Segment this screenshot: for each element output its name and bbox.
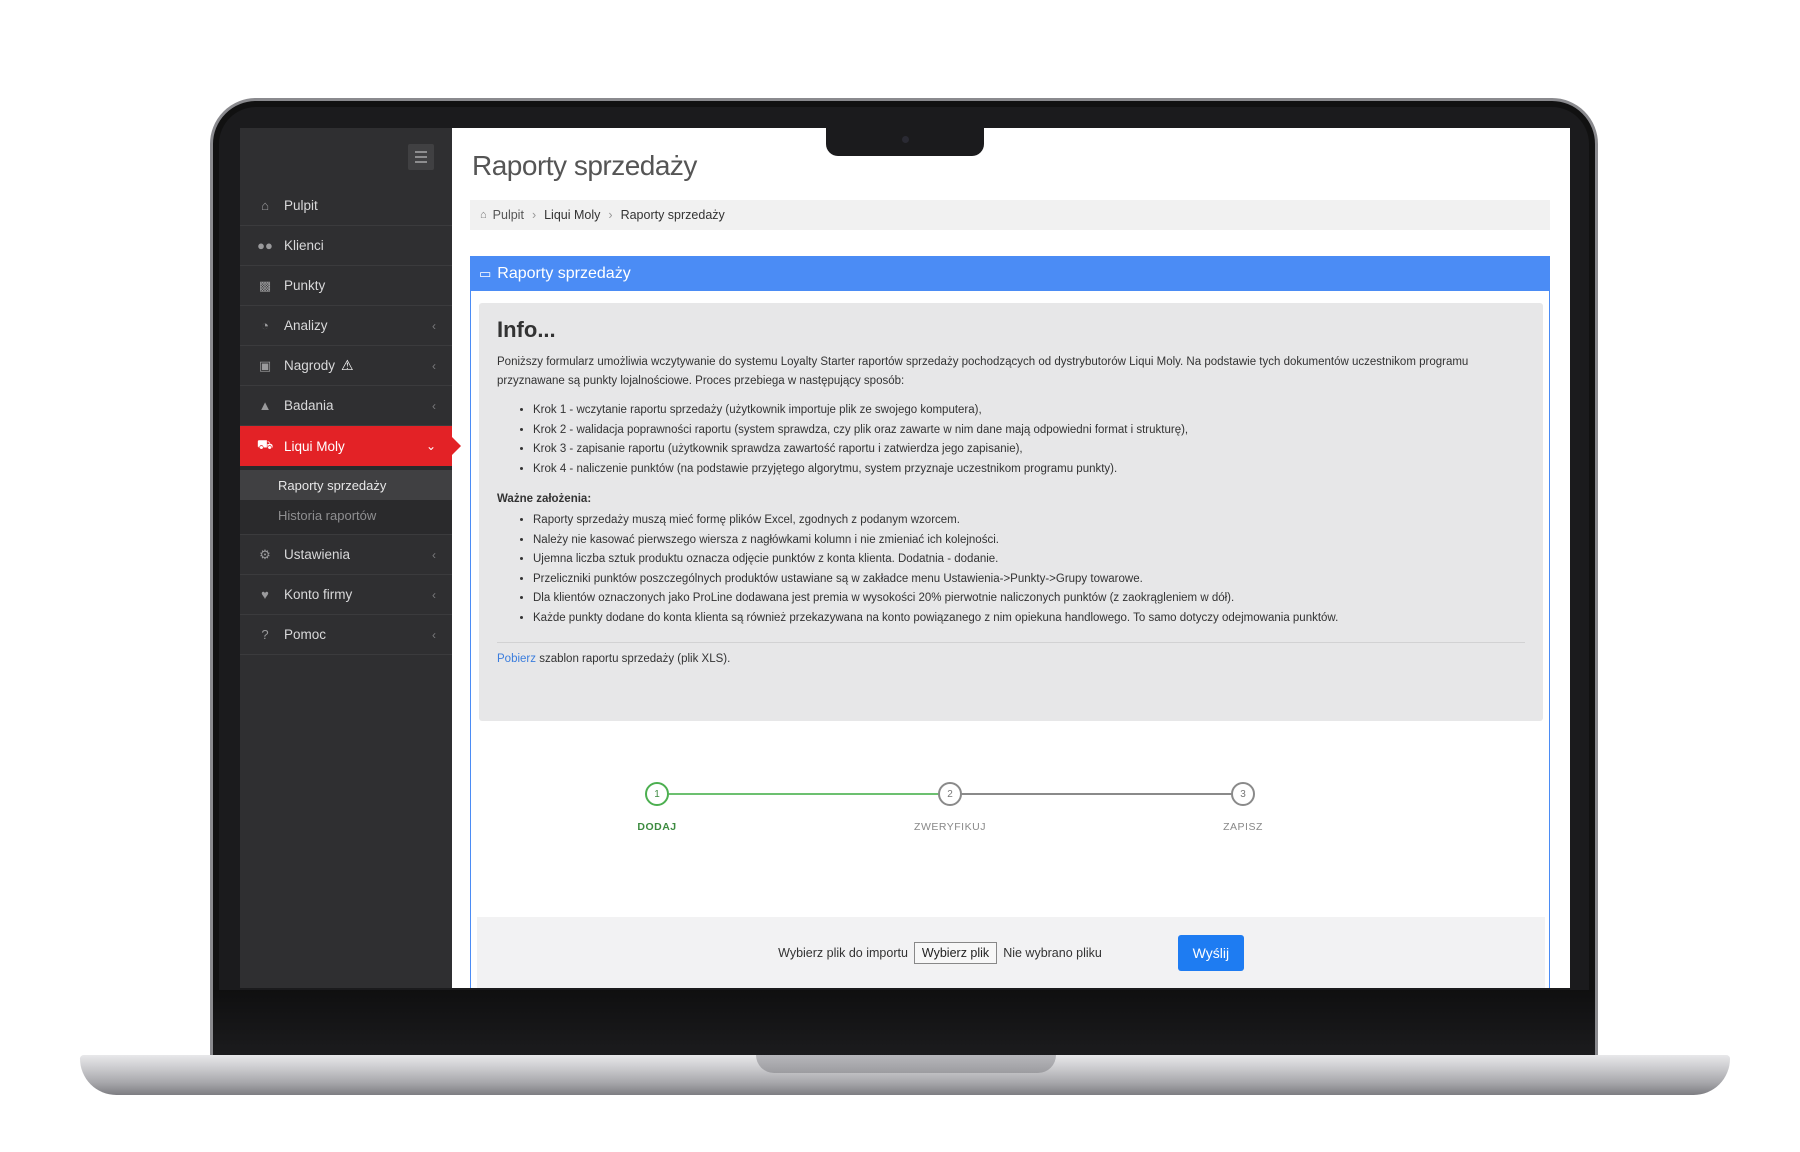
sidebar-item-ustawienia[interactable]: ⚙ Ustawienia ‹ — [240, 535, 452, 575]
download-template-text: szablon raportu sprzedaży (plik XLS). — [539, 653, 731, 665]
sidebar-item-label: Analizy — [284, 318, 328, 333]
sidebar-item-label: Badania — [284, 398, 334, 413]
sidebar-item-label: Klienci — [284, 238, 324, 253]
hamburger-icon-bar — [415, 156, 427, 158]
stepper-line-pending — [961, 793, 1241, 795]
flask-icon: ▲ — [258, 398, 272, 413]
rules-list: Raporty sprzedaży muszą mieć formę plikó… — [533, 511, 1525, 628]
car-icon: ⛟ — [256, 437, 274, 452]
warning-icon: ⚠ — [341, 357, 354, 373]
list-item: Przeliczniki punktów poszczególnych prod… — [533, 570, 1525, 590]
stepper-line-complete — [669, 793, 949, 795]
sidebar: ⌂ Pulpit ●● Klienci ▩ Punkty ◔ Analizy ‹… — [240, 128, 461, 988]
download-template-link[interactable]: Pobierz — [497, 653, 536, 665]
chevron-left-icon: ‹ — [432, 318, 436, 333]
sidebar-item-label: Ustawienia — [284, 547, 351, 562]
step-3-label: ZAPISZ — [1223, 821, 1263, 833]
sidebar-item-pulpit[interactable]: ⌂ Pulpit — [240, 186, 452, 226]
submenu-item-raporty-sprzedazy[interactable]: Raporty sprzedaży — [240, 470, 452, 500]
sidebar-item-label: Pulpit — [284, 198, 318, 213]
list-item: Dla klientów oznaczonych jako ProLine do… — [533, 589, 1525, 609]
breadcrumb-item-liqui-moly[interactable]: Liqui Moly — [544, 208, 600, 222]
sidebar-item-klienci[interactable]: ●● Klienci — [240, 226, 452, 266]
submenu-item-historia-raportow[interactable]: Historia raportów — [240, 500, 452, 530]
sales-report-panel: ▭ Raporty sprzedaży Info... Poniższy for… — [470, 256, 1550, 988]
bar-chart-icon: ▩ — [258, 277, 272, 293]
list-item: Krok 3 - zapisanie raportu (użytkownik s… — [533, 440, 1525, 460]
breadcrumb-separator-icon: › — [608, 208, 613, 222]
laptop-bezel — [213, 990, 1595, 1058]
sidebar-item-label: Punkty — [284, 278, 326, 293]
panel-title: Raporty sprzedaży — [497, 265, 631, 282]
list-item: Raporty sprzedaży muszą mieć formę plikó… — [533, 511, 1525, 531]
list-item: Każde punkty dodane do konta klienta są … — [533, 609, 1525, 629]
divider — [497, 642, 1525, 643]
info-box: Info... Poniższy formularz umożliwia wcz… — [479, 303, 1543, 721]
sidebar-toggle-button[interactable] — [408, 144, 434, 170]
step-3-circle: 3 — [1231, 782, 1255, 806]
sidebar-item-label: Pomoc — [284, 627, 327, 642]
panel-header: ▭ Raporty sprzedaży — [471, 257, 1549, 291]
sidebar-item-punkty[interactable]: ▩ Punkty — [240, 266, 452, 306]
main-content: Raporty sprzedaży ⌂ Pulpit › Liqui Moly … — [452, 128, 1570, 988]
breadcrumb-separator-icon: › — [531, 208, 537, 222]
choose-file-button[interactable]: Wybierz plik — [913, 942, 998, 964]
question-icon: ? — [261, 627, 269, 642]
camera-icon — [902, 136, 909, 143]
sidebar-item-badania[interactable]: ▲ Badania ‹ — [240, 386, 452, 426]
no-file-chosen-text: Nie wybrano pliku — [1003, 946, 1102, 960]
chevron-left-icon: ‹ — [432, 358, 436, 373]
hamburger-icon-bar — [415, 161, 427, 163]
breadcrumb-item-pulpit[interactable]: Pulpit — [493, 208, 524, 222]
list-item: Krok 4 - naliczenie punktów (na podstawi… — [533, 460, 1525, 480]
heart-icon: ♥ — [261, 587, 269, 602]
page-title: Raporty sprzedaży — [472, 150, 697, 181]
chevron-left-icon: ‹ — [432, 627, 436, 642]
step-2-circle: 2 — [938, 782, 962, 806]
step-1-label: DODAJ — [637, 821, 677, 833]
upload-label: Wybierz plik do importu — [778, 946, 908, 960]
breadcrumb-item-current: Raporty sprzedaży — [620, 208, 725, 222]
gear-icon: ⚙ — [259, 546, 271, 562]
list-item: Krok 1 - wczytanie raportu sprzedaży (uż… — [533, 401, 1525, 421]
list-item: Krok 2 - walidacja poprawności raportu (… — [533, 421, 1525, 441]
info-intro: Poniższy formularz umożliwia wczytywanie… — [497, 356, 1469, 387]
list-item: Ujemna liczba sztuk produktu oznacza odj… — [533, 550, 1525, 570]
template-download: Pobierz szablon raportu sprzedaży (plik … — [497, 653, 1525, 665]
camera-notch — [826, 128, 984, 156]
home-icon: ⌂ — [261, 198, 269, 213]
sidebar-item-nagrody[interactable]: ▣ Nagrody ⚠ ‹ — [240, 346, 452, 386]
chevron-left-icon: ‹ — [432, 547, 436, 562]
users-icon: ●● — [257, 238, 273, 253]
list-item: Należy nie kasować pierwszego wiersza z … — [533, 531, 1525, 551]
laptop-opening-notch — [756, 1055, 1056, 1073]
step-1-circle: 1 — [645, 782, 669, 806]
chevron-left-icon: ‹ — [432, 398, 436, 413]
info-title: Info... — [497, 317, 556, 342]
sidebar-nav: ⌂ Pulpit ●● Klienci ▩ Punkty ◔ Analizy ‹… — [240, 186, 461, 655]
chevron-left-icon: ‹ — [432, 587, 436, 602]
monitor-icon: ▭ — [479, 266, 492, 281]
upload-form: Wybierz plik do importu Wybierz plik Nie… — [477, 917, 1545, 988]
chevron-down-icon: ⌄ — [425, 439, 436, 453]
sidebar-item-pomoc[interactable]: ? Pomoc ‹ — [240, 615, 452, 655]
pie-chart-icon: ◔ — [261, 318, 269, 333]
rules-title: Ważne założenia: — [497, 493, 592, 505]
home-icon: ⌂ — [480, 209, 487, 221]
submit-button[interactable]: Wyślij — [1177, 935, 1244, 971]
sidebar-item-analizy[interactable]: ◔ Analizy ‹ — [240, 306, 452, 346]
sidebar-item-label: Liqui Moly — [284, 438, 345, 454]
sidebar-item-liqui-moly[interactable]: ⛟ Liqui Moly ⌄ — [240, 426, 461, 466]
breadcrumb: ⌂ Pulpit › Liqui Moly › Raporty sprzedaż… — [470, 200, 1550, 230]
sidebar-item-label: Nagrody — [284, 358, 336, 373]
step-2-label: ZWERYFIKUJ — [914, 821, 986, 833]
hamburger-icon — [415, 151, 427, 153]
progress-stepper: 1 DODAJ 2 ZWERYFIKUJ 3 ZAPISZ — [471, 777, 1551, 857]
process-steps-list: Krok 1 - wczytanie raportu sprzedaży (uż… — [533, 401, 1525, 479]
screen: ⌂ Pulpit ●● Klienci ▩ Punkty ◔ Analizy ‹… — [240, 128, 1570, 988]
sidebar-item-konto-firmy[interactable]: ♥ Konto firmy ‹ — [240, 575, 452, 615]
liqui-moly-submenu: Raporty sprzedaży Historia raportów — [240, 466, 452, 535]
gift-icon: ▣ — [258, 357, 272, 373]
sidebar-item-label: Konto firmy — [284, 587, 353, 602]
